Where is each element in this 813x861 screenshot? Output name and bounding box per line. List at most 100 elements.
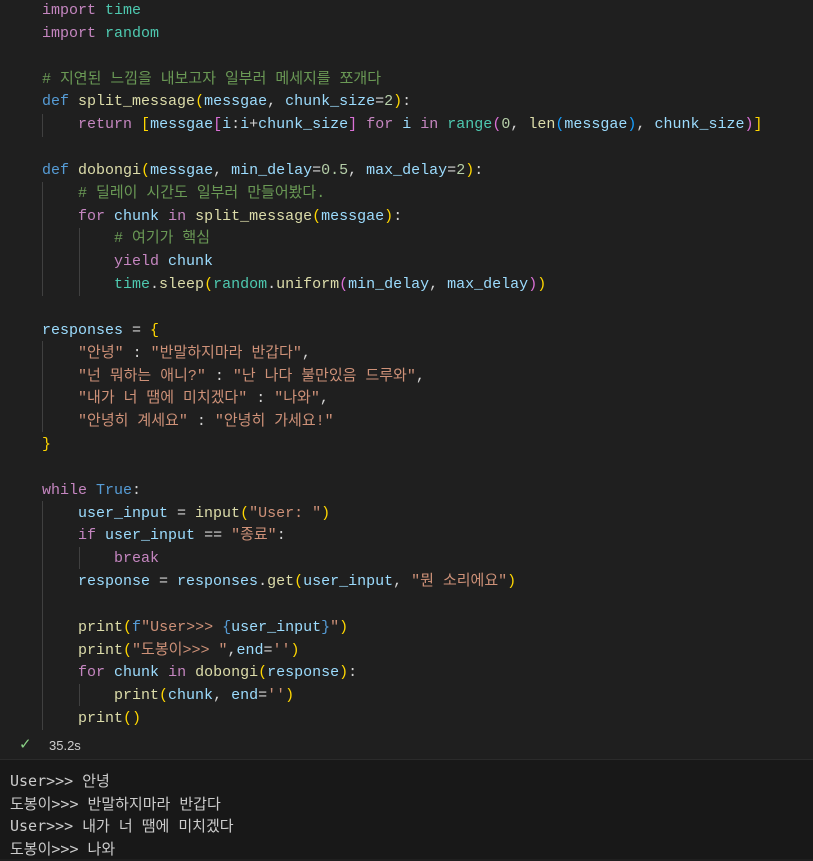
- code-token: ): [132, 710, 142, 728]
- cell-execution-status: ✓ 35.2s: [0, 733, 813, 759]
- code-token: :: [187, 413, 215, 431]
- code-token: i: [222, 116, 232, 134]
- code-token: '': [267, 687, 286, 705]
- code-token: end: [231, 687, 259, 705]
- code-token: {: [150, 321, 160, 339]
- output-text: User>>> 안녕 도봉이>>> 반말하지마라 반갑다 User>>> 내가 너 …: [10, 770, 234, 861]
- python-source-code[interactable]: import time import random # 지연된 느낌을 내보고자 …: [42, 0, 762, 731]
- code-token: ): [339, 618, 349, 636]
- code-token: ,: [267, 93, 286, 111]
- code-line: # 딜레이 시간도 일부러 만들어봤다.: [42, 183, 762, 206]
- code-token: in: [168, 207, 187, 225]
- code-token: ]: [348, 116, 358, 134]
- code-token: chunk_size: [285, 93, 376, 111]
- code-line: for chunk in dobongi(response):: [42, 662, 762, 685]
- code-line: break: [42, 548, 762, 571]
- code-line: }: [42, 434, 762, 457]
- code-token: =: [258, 687, 268, 705]
- code-token: .: [258, 573, 268, 591]
- code-token: ,: [415, 367, 425, 385]
- code-token: :: [132, 481, 142, 499]
- code-token: def: [42, 161, 70, 179]
- code-token: min_delay: [348, 276, 430, 294]
- code-token: for: [366, 116, 394, 134]
- code-line: "안녕히 계세요" : "안녕히 가세요!": [42, 411, 762, 434]
- code-token: =: [312, 161, 322, 179]
- code-token: f: [132, 618, 142, 636]
- code-token: "종료": [231, 527, 277, 545]
- code-token: print: [114, 687, 160, 705]
- code-token: =: [263, 641, 273, 659]
- code-token: ,: [213, 687, 232, 705]
- code-token: :: [247, 390, 275, 408]
- code-token: ): [290, 641, 300, 659]
- code-token: :: [276, 527, 286, 545]
- code-token: [: [141, 116, 151, 134]
- code-token: get: [267, 573, 295, 591]
- code-token: ,: [510, 116, 529, 134]
- code-token: {: [222, 618, 232, 636]
- code-token: chunk_size: [654, 116, 745, 134]
- code-token: "User>>>: [141, 618, 223, 636]
- code-token: if: [78, 527, 97, 545]
- code-token: 2: [384, 93, 394, 111]
- code-line: def dobongi(messgae, min_delay=0.5, max_…: [42, 160, 762, 183]
- code-token: .: [150, 276, 160, 294]
- code-token: ,: [213, 161, 232, 179]
- code-token: ,: [348, 161, 367, 179]
- code-token: i: [240, 116, 250, 134]
- output-line: 도봉이>>> 반말하지마라 반갑다: [10, 794, 221, 813]
- code-token: chunk: [168, 687, 214, 705]
- code-token: # 딜레이 시간도 일부러 만들어봤다.: [78, 184, 326, 202]
- code-token: (: [258, 664, 268, 682]
- code-token: print: [78, 641, 124, 659]
- code-token: max_delay: [447, 276, 529, 294]
- code-token: ): [507, 573, 517, 591]
- code-token: random: [105, 24, 160, 42]
- code-token: time: [105, 2, 142, 19]
- code-token: ): [528, 276, 538, 294]
- code-token: len: [528, 116, 556, 134]
- code-cell-editor[interactable]: import time import random # 지연된 느낌을 내보고자 …: [0, 0, 813, 732]
- code-token: user_input: [303, 573, 394, 591]
- code-token: ): [537, 276, 547, 294]
- code-token: chunk: [114, 207, 160, 225]
- code-line: "내가 너 땜에 미치겠다" : "나와",: [42, 388, 762, 411]
- code-line: def split_message(messgae, chunk_size=2)…: [42, 91, 762, 114]
- code-line: if user_input == "종료":: [42, 525, 762, 548]
- code-token: min_delay: [231, 161, 313, 179]
- code-token: ]: [753, 116, 763, 134]
- code-token: "안녕": [78, 344, 124, 362]
- code-token: in: [420, 116, 439, 134]
- code-token: (: [492, 116, 502, 134]
- code-line: responses = {: [42, 320, 762, 343]
- code-token: yield: [114, 253, 160, 271]
- code-line: time.sleep(random.uniform(min_delay, max…: [42, 274, 762, 297]
- code-token: messgae: [150, 116, 214, 134]
- code-token: chunk_size: [258, 116, 349, 134]
- code-token: "뭔 소리에요": [411, 573, 508, 591]
- code-token: (: [204, 276, 214, 294]
- code-token: user_input: [105, 527, 196, 545]
- code-token: response: [78, 573, 151, 591]
- code-token: :: [123, 344, 151, 362]
- code-token: :: [205, 367, 233, 385]
